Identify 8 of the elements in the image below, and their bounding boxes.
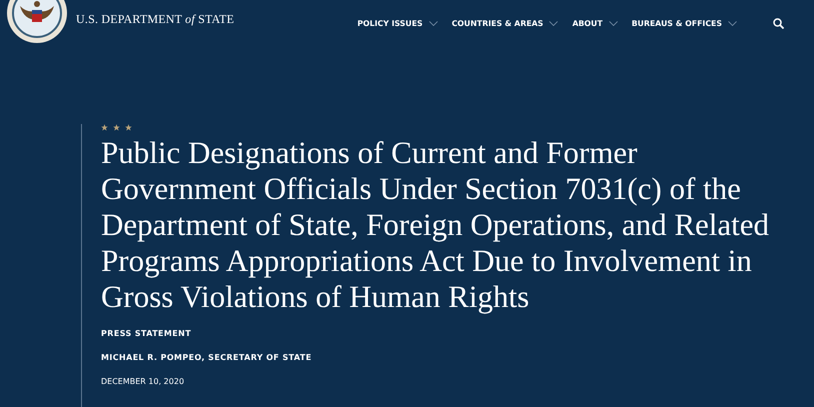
seal-logo[interactable]	[6, 0, 68, 44]
search-icon[interactable]	[773, 18, 784, 28]
article-date: DECEMBER 10, 2020	[101, 377, 186, 386]
site-name[interactable]: U.S. DEPARTMENT of STATE	[76, 12, 234, 26]
article-author: MICHAEL R. POMPEO, SECRETARY OF STATE	[101, 353, 313, 362]
stars-icon	[101, 124, 132, 131]
article-type: PRESS STATEMENT	[101, 329, 192, 338]
article-title: Public Designations of Current and Former Government Officials Under Section 7031(c) of the Department of State, Foreign Operations, and Related Programs Appropriations Act Due to Involvement in Gross Violations of Human Rights	[101, 135, 770, 315]
